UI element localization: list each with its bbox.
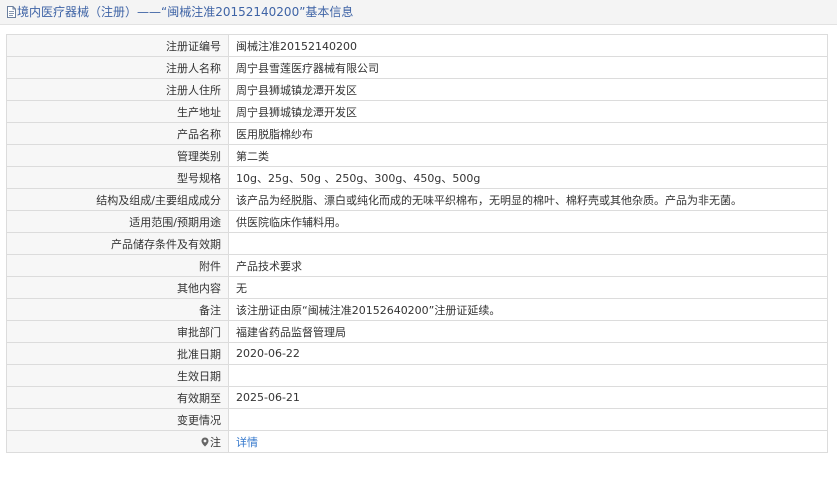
row-value: 闽械注准20152140200 xyxy=(228,34,828,57)
row-value: 产品技术要求 xyxy=(228,254,828,277)
note-label-cell: 注 xyxy=(6,430,229,453)
row-label: 备注 xyxy=(6,298,229,321)
table-row: 生产地址 周宁县狮城镇龙潭开发区 xyxy=(6,100,828,123)
table-row: 批准日期 2020-06-22 xyxy=(6,342,828,365)
row-value: 无 xyxy=(228,276,828,299)
row-value: 该注册证由原“闽械注准20152640200”注册证延续。 xyxy=(228,298,828,321)
page-title: 境内医疗器械（注册）——“闽械注准20152140200”基本信息 xyxy=(17,5,354,19)
row-label: 有效期至 xyxy=(6,386,229,409)
row-label: 其他内容 xyxy=(6,276,229,299)
note-label: 注 xyxy=(210,435,221,449)
table-row: 备注 该注册证由原“闽械注准20152640200”注册证延续。 xyxy=(6,298,828,321)
title-bar: 境内医疗器械（注册）——“闽械注准20152140200”基本信息 xyxy=(0,0,837,25)
note-icon xyxy=(201,437,209,446)
table-row: 型号规格 10g、25g、50g 、250g、300g、450g、500g xyxy=(6,166,828,189)
row-label: 注册证编号 xyxy=(6,34,229,57)
info-table: 注册证编号 闽械注准20152140200 注册人名称 周宁县雪莲医疗器械有限公司 注册… xyxy=(6,34,828,453)
row-label: 变更情况 xyxy=(6,408,229,431)
row-label: 管理类别 xyxy=(6,144,229,167)
table-row: 适用范围/预期用途 供医院临床作辅料用。 xyxy=(6,210,828,233)
row-label: 注册人住所 xyxy=(6,78,229,101)
row-label: 生效日期 xyxy=(6,364,229,387)
table-row-note: 注 详情 xyxy=(6,430,828,453)
row-value xyxy=(228,364,828,387)
table-row: 变更情况 xyxy=(6,408,828,431)
row-value: 2020-06-22 xyxy=(228,342,828,365)
row-value: 福建省药品监督管理局 xyxy=(228,320,828,343)
table-row: 产品储存条件及有效期 xyxy=(6,232,828,255)
row-label: 型号规格 xyxy=(6,166,229,189)
row-label: 批准日期 xyxy=(6,342,229,365)
table-row: 审批部门 福建省药品监督管理局 xyxy=(6,320,828,343)
row-value: 医用脱脂棉纱布 xyxy=(228,122,828,145)
row-label: 注册人名称 xyxy=(6,56,229,79)
table-row: 管理类别 第二类 xyxy=(6,144,828,167)
table-row: 生效日期 xyxy=(6,364,828,387)
row-value: 周宁县雪莲医疗器械有限公司 xyxy=(228,56,828,79)
table-row: 注册人名称 周宁县雪莲医疗器械有限公司 xyxy=(6,56,828,79)
row-value xyxy=(228,232,828,255)
document-icon xyxy=(7,6,16,18)
row-value: 周宁县狮城镇龙潭开发区 xyxy=(228,78,828,101)
row-label: 结构及组成/主要组成成分 xyxy=(6,188,229,211)
row-label: 产品名称 xyxy=(6,122,229,145)
table-row: 附件 产品技术要求 xyxy=(6,254,828,277)
row-label: 适用范围/预期用途 xyxy=(6,210,229,233)
table-row: 注册人住所 周宁县狮城镇龙潭开发区 xyxy=(6,78,828,101)
row-label: 产品储存条件及有效期 xyxy=(6,232,229,255)
row-value: 第二类 xyxy=(228,144,828,167)
row-label: 生产地址 xyxy=(6,100,229,123)
row-value xyxy=(228,408,828,431)
row-value: 周宁县狮城镇龙潭开发区 xyxy=(228,100,828,123)
table-row: 注册证编号 闽械注准20152140200 xyxy=(6,34,828,57)
row-label: 附件 xyxy=(6,254,229,277)
row-value: 10g、25g、50g 、250g、300g、450g、500g xyxy=(228,166,828,189)
row-label: 审批部门 xyxy=(6,320,229,343)
table-row: 其他内容无 xyxy=(6,276,828,299)
table-row: 结构及组成/主要组成成分 该产品为经脱脂、漂白或纯化而成的无味平织棉布，无明显的棉… xyxy=(6,188,828,211)
row-value: 供医院临床作辅料用。 xyxy=(228,210,828,233)
row-value: 2025-06-21 xyxy=(228,386,828,409)
table-row: 有效期至 2025-06-21 xyxy=(6,386,828,409)
table-row: 产品名称 医用脱脂棉纱布 xyxy=(6,122,828,145)
note-value-cell: 详情 xyxy=(228,430,828,453)
row-value: 该产品为经脱脂、漂白或纯化而成的无味平织棉布，无明显的棉叶、棉籽壳或其他杂质。产… xyxy=(228,188,828,211)
detail-link[interactable]: 详情 xyxy=(236,436,258,449)
